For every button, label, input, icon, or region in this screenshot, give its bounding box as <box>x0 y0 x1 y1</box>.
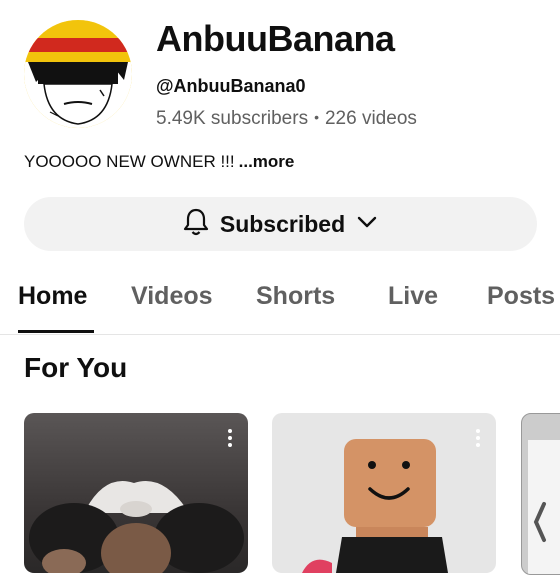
subscriber-count: 5.49K subscribers <box>156 108 309 129</box>
channel-avatar[interactable] <box>24 20 132 128</box>
video-count: 226 videos <box>324 108 417 129</box>
tab-videos[interactable]: Videos <box>131 282 213 311</box>
card-menu-icon[interactable] <box>476 429 482 447</box>
channel-description[interactable]: YOOOOO NEW OWNER !!! ...more <box>24 152 294 172</box>
channel-name: AnbuuBanana <box>156 18 395 59</box>
video-card-partial[interactable] <box>521 413 560 575</box>
section-title: For You <box>24 352 128 383</box>
active-tab-indicator <box>18 330 94 333</box>
video-thumbnail <box>302 439 448 573</box>
chevron-down-icon <box>355 210 379 239</box>
video-card[interactable] <box>272 413 496 573</box>
video-thumbnail <box>528 440 560 574</box>
channel-handle: @AnbuuBanana0 <box>156 76 306 96</box>
avatar-image <box>24 20 132 128</box>
tab-shorts[interactable]: Shorts <box>256 282 335 311</box>
channel-stats: 5.49K subscribers • 226 videos <box>156 108 417 130</box>
video-thumbnail <box>29 481 244 573</box>
tab-live[interactable]: Live <box>388 282 438 311</box>
stats-separator: • <box>314 109 319 125</box>
bell-icon <box>182 207 210 242</box>
card-menu-icon[interactable] <box>228 429 234 447</box>
tab-posts[interactable]: Posts <box>487 282 555 311</box>
channel-tabs: Home Videos Shorts Live Posts <box>0 270 560 335</box>
video-card[interactable] <box>24 413 248 573</box>
subscribed-button[interactable]: Subscribed <box>24 197 537 251</box>
description-text: YOOOOO NEW OWNER !!! <box>24 152 235 171</box>
more-link[interactable]: ...more <box>239 152 295 171</box>
tab-home[interactable]: Home <box>18 282 87 311</box>
subscribed-label: Subscribed <box>219 210 346 237</box>
